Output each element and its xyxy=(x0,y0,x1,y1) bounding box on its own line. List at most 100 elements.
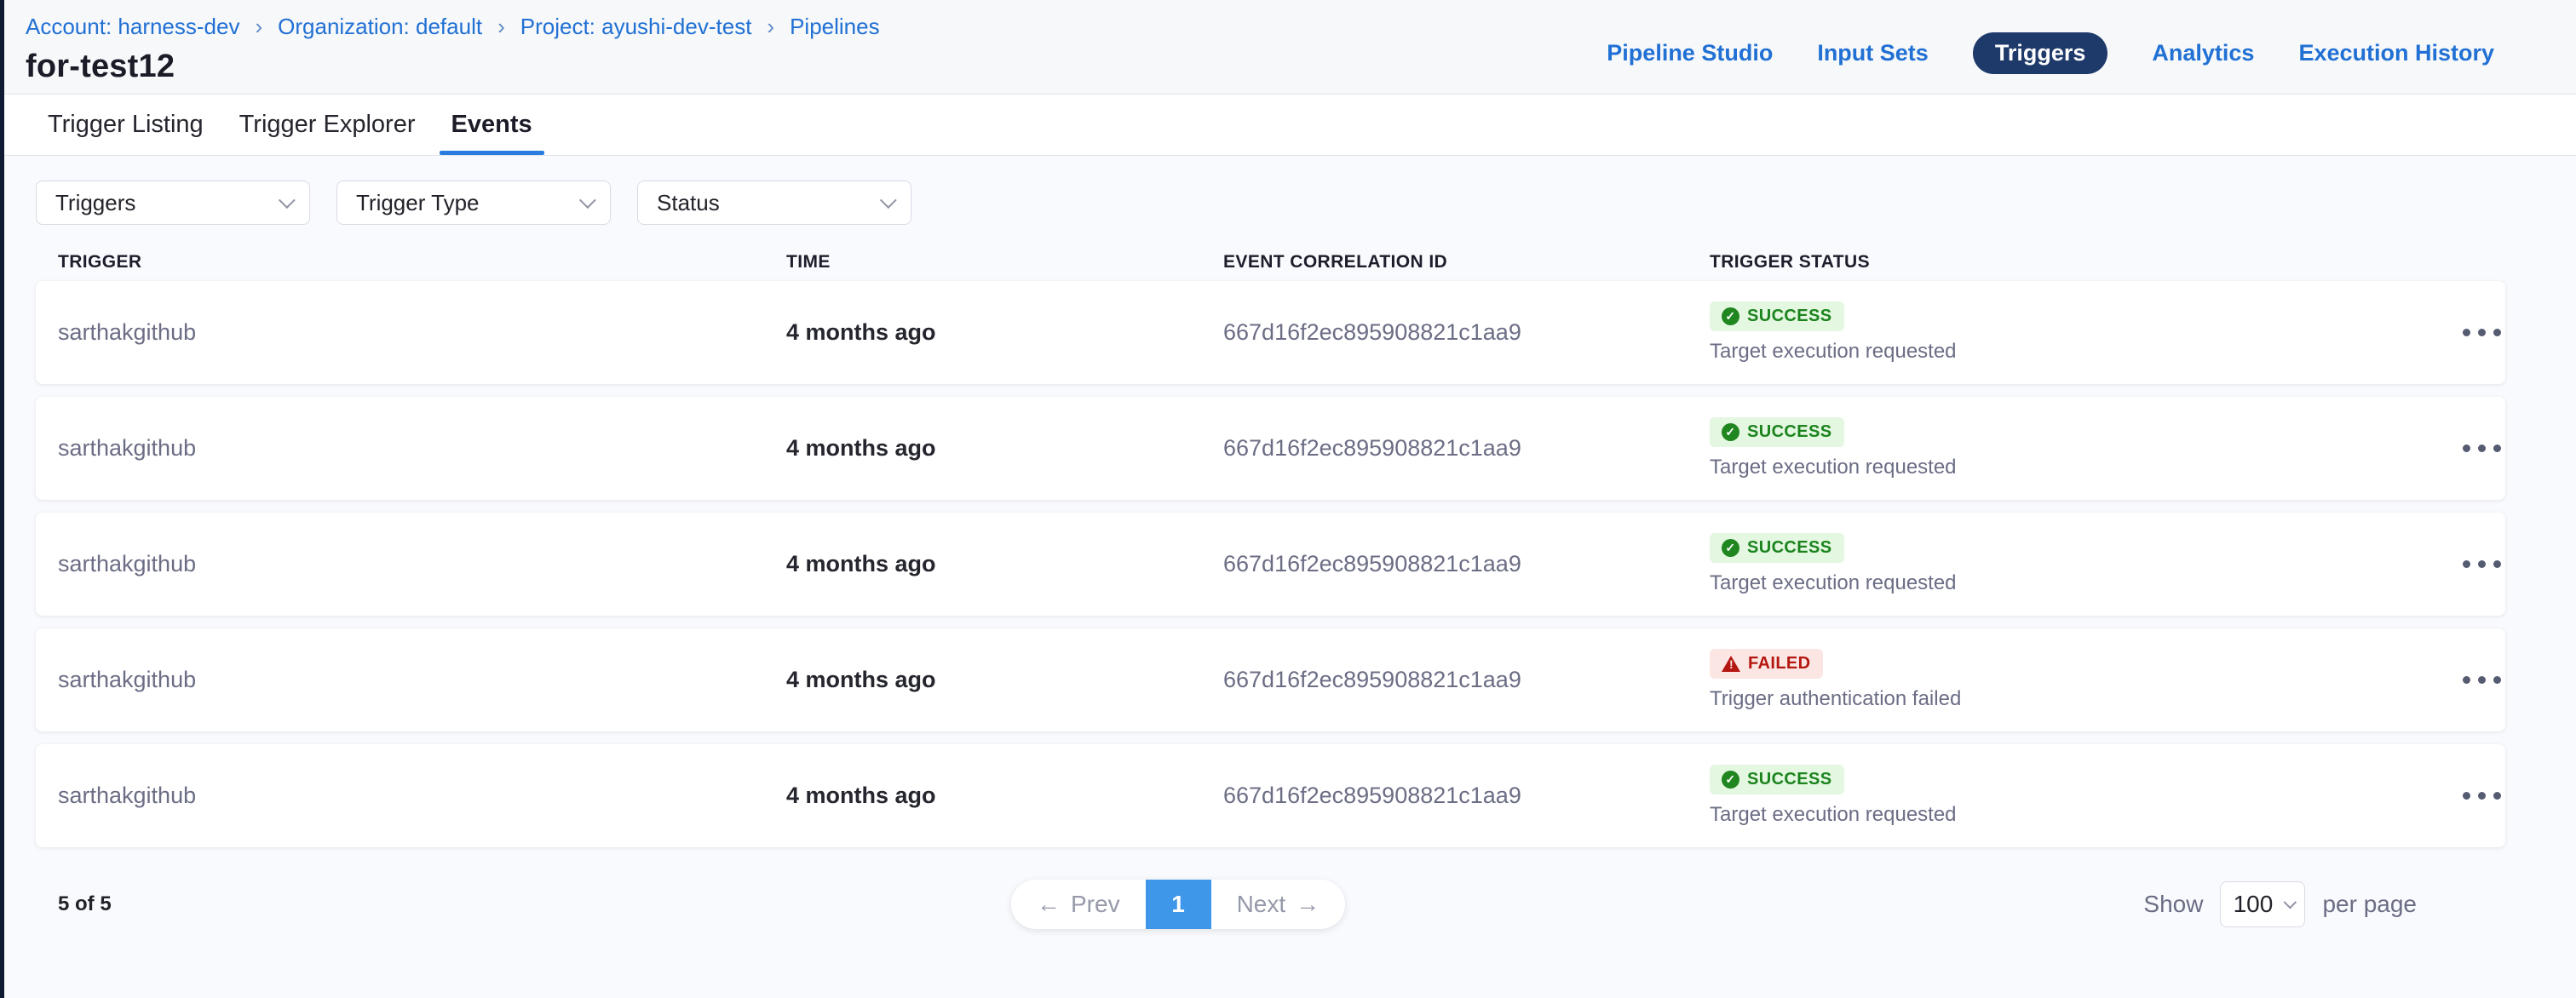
tab-bar: Trigger Listing Trigger Explorer Events xyxy=(0,94,2576,156)
breadcrumb-separator-icon: › xyxy=(765,14,776,40)
column-header-event-correlation-id: EVENT CORRELATION ID xyxy=(1223,252,1710,272)
status-label: SUCCESS xyxy=(1747,307,1832,326)
table-row: sarthakgithub4 months ago667d16f2ec89590… xyxy=(36,513,2505,616)
nav-triggers[interactable]: Triggers xyxy=(1973,32,2108,74)
row-menu-button[interactable] xyxy=(2459,436,2528,461)
filters-row: Triggers Trigger Type Status xyxy=(36,181,2576,225)
trigger-name: sarthakgithub xyxy=(58,319,786,346)
tab-events[interactable]: Events xyxy=(450,95,534,155)
trigger-name: sarthakgithub xyxy=(58,551,786,577)
status-badge: ✓SUCCESS xyxy=(1710,417,1844,447)
page-title: for-test12 xyxy=(26,49,880,85)
events-content: Triggers Trigger Type Status TRIGGER TIM… xyxy=(0,156,2576,998)
page-size-control: Show 100 per page xyxy=(2143,881,2417,927)
check-circle-icon: ✓ xyxy=(1722,423,1739,441)
check-circle-icon: ✓ xyxy=(1722,539,1739,557)
row-menu-button[interactable] xyxy=(2459,320,2528,345)
column-header-time: TIME xyxy=(786,252,1223,272)
trigger-status-cell: ✓ SUCCESS Target execution requested xyxy=(1710,301,2459,364)
breadcrumb-pipelines[interactable]: Pipelines xyxy=(790,14,880,40)
tab-trigger-listing[interactable]: Trigger Listing xyxy=(46,95,205,155)
page-size-dropdown[interactable]: 100 xyxy=(2220,881,2305,927)
table-header: TRIGGER TIME EVENT CORRELATION ID TRIGGE… xyxy=(36,244,2505,281)
status-message: Target execution requested xyxy=(1710,803,1957,827)
chevron-down-icon xyxy=(279,192,296,209)
status-label: FAILED xyxy=(1748,654,1811,674)
nav-analytics[interactable]: Analytics xyxy=(2152,40,2254,66)
trigger-name: sarthakgithub xyxy=(58,435,786,462)
warning-triangle-icon xyxy=(1722,656,1740,672)
event-time: 4 months ago xyxy=(786,319,1223,346)
event-time: 4 months ago xyxy=(786,551,1223,577)
table-row: sarthakgithub4 months ago667d16f2ec89590… xyxy=(36,744,2505,847)
tab-trigger-explorer[interactable]: Trigger Explorer xyxy=(238,95,417,155)
status-badge: ✓ SUCCESS xyxy=(1710,765,1844,794)
status-badge: ✓SUCCESS xyxy=(1710,533,1844,563)
next-label: Next xyxy=(1237,891,1286,918)
triggers-filter-label: Triggers xyxy=(55,190,135,216)
page-size-value: 100 xyxy=(2234,891,2274,918)
event-time: 4 months ago xyxy=(786,435,1223,462)
table-row: sarthakgithub4 months ago667d16f2ec89590… xyxy=(36,397,2505,500)
pagination: ← Prev 1 Next → xyxy=(1011,880,1345,929)
trigger-status-cell: ✓FAILED Trigger authentication failed xyxy=(1710,649,2459,711)
three-dots-icon xyxy=(2459,436,2504,461)
column-header-trigger-status: TRIGGER STATUS xyxy=(1710,252,2459,272)
event-time: 4 months ago xyxy=(786,783,1223,809)
status-message: Target execution requested xyxy=(1710,340,1957,364)
trigger-type-filter-dropdown[interactable]: Trigger Type xyxy=(336,181,611,225)
status-filter-dropdown[interactable]: Status xyxy=(637,181,911,225)
nav-input-sets[interactable]: Input Sets xyxy=(1817,40,1929,66)
status-message: Target execution requested xyxy=(1710,571,1957,595)
breadcrumb-project[interactable]: Project: ayushi-dev-test xyxy=(520,14,752,40)
nav-execution-history[interactable]: Execution History xyxy=(2298,40,2494,66)
trigger-status-cell: ✓SUCCESS Target execution requested xyxy=(1710,533,2459,595)
status-label: SUCCESS xyxy=(1747,770,1832,789)
arrow-left-icon: ← xyxy=(1037,891,1061,918)
triggers-filter-dropdown[interactable]: Triggers xyxy=(36,181,310,225)
event-correlation-id: 667d16f2ec895908821c1aa9 xyxy=(1223,783,1710,809)
chevron-down-icon xyxy=(579,192,596,209)
column-header-trigger: TRIGGER xyxy=(58,252,786,272)
page-header: Account: harness-dev › Organization: def… xyxy=(0,0,2576,94)
row-menu-button[interactable] xyxy=(2459,552,2528,576)
check-circle-icon: ✓ xyxy=(1722,771,1739,789)
event-time: 4 months ago xyxy=(786,667,1223,693)
trigger-status-cell: ✓ SUCCESS Target execution requested xyxy=(1710,765,2459,827)
page-1-button[interactable]: 1 xyxy=(1146,880,1211,929)
event-correlation-id: 667d16f2ec895908821c1aa9 xyxy=(1223,435,1710,462)
breadcrumb-organization[interactable]: Organization: default xyxy=(278,14,482,40)
prev-label: Prev xyxy=(1071,891,1120,918)
header-left: Account: harness-dev › Organization: def… xyxy=(26,14,880,85)
breadcrumb: Account: harness-dev › Organization: def… xyxy=(26,14,880,40)
event-correlation-id: 667d16f2ec895908821c1aa9 xyxy=(1223,319,1710,346)
breadcrumb-separator-icon: › xyxy=(253,14,264,40)
status-badge: ✓FAILED xyxy=(1710,649,1823,679)
table-row: sarthakgithub4 months ago667d16f2ec89590… xyxy=(36,628,2505,731)
trigger-type-filter-label: Trigger Type xyxy=(356,190,480,216)
three-dots-icon xyxy=(2459,320,2504,345)
next-page-button[interactable]: Next → xyxy=(1211,880,1346,929)
prev-page-button[interactable]: ← Prev xyxy=(1011,880,1146,929)
row-count: 5 of 5 xyxy=(36,892,112,916)
check-circle-icon: ✓ xyxy=(1722,307,1739,325)
row-menu-button[interactable] xyxy=(2459,783,2528,808)
three-dots-icon xyxy=(2459,668,2504,692)
table-footer: 5 of 5 ← Prev 1 Next → Show 100 per page xyxy=(36,880,2505,929)
breadcrumb-account[interactable]: Account: harness-dev xyxy=(26,14,239,40)
collapsed-sidebar-strip xyxy=(0,0,4,998)
status-filter-label: Status xyxy=(657,190,720,216)
per-page-label: per page xyxy=(2322,891,2417,918)
status-message: Trigger authentication failed xyxy=(1710,687,1961,711)
nav-pipeline-studio[interactable]: Pipeline Studio xyxy=(1607,40,1773,66)
chevron-down-icon xyxy=(2284,895,2297,909)
event-correlation-id: 667d16f2ec895908821c1aa9 xyxy=(1223,667,1710,693)
table-row: sarthakgithub4 months ago667d16f2ec89590… xyxy=(36,281,2505,384)
arrow-right-icon: → xyxy=(1296,891,1320,918)
three-dots-icon xyxy=(2459,552,2504,576)
trigger-status-cell: ✓SUCCESS Target execution requested xyxy=(1710,417,2459,479)
three-dots-icon xyxy=(2459,783,2504,808)
pipeline-top-nav: Pipeline Studio Input Sets Triggers Anal… xyxy=(1607,32,2494,74)
row-menu-button[interactable] xyxy=(2459,668,2528,692)
status-message: Target execution requested xyxy=(1710,456,1957,479)
